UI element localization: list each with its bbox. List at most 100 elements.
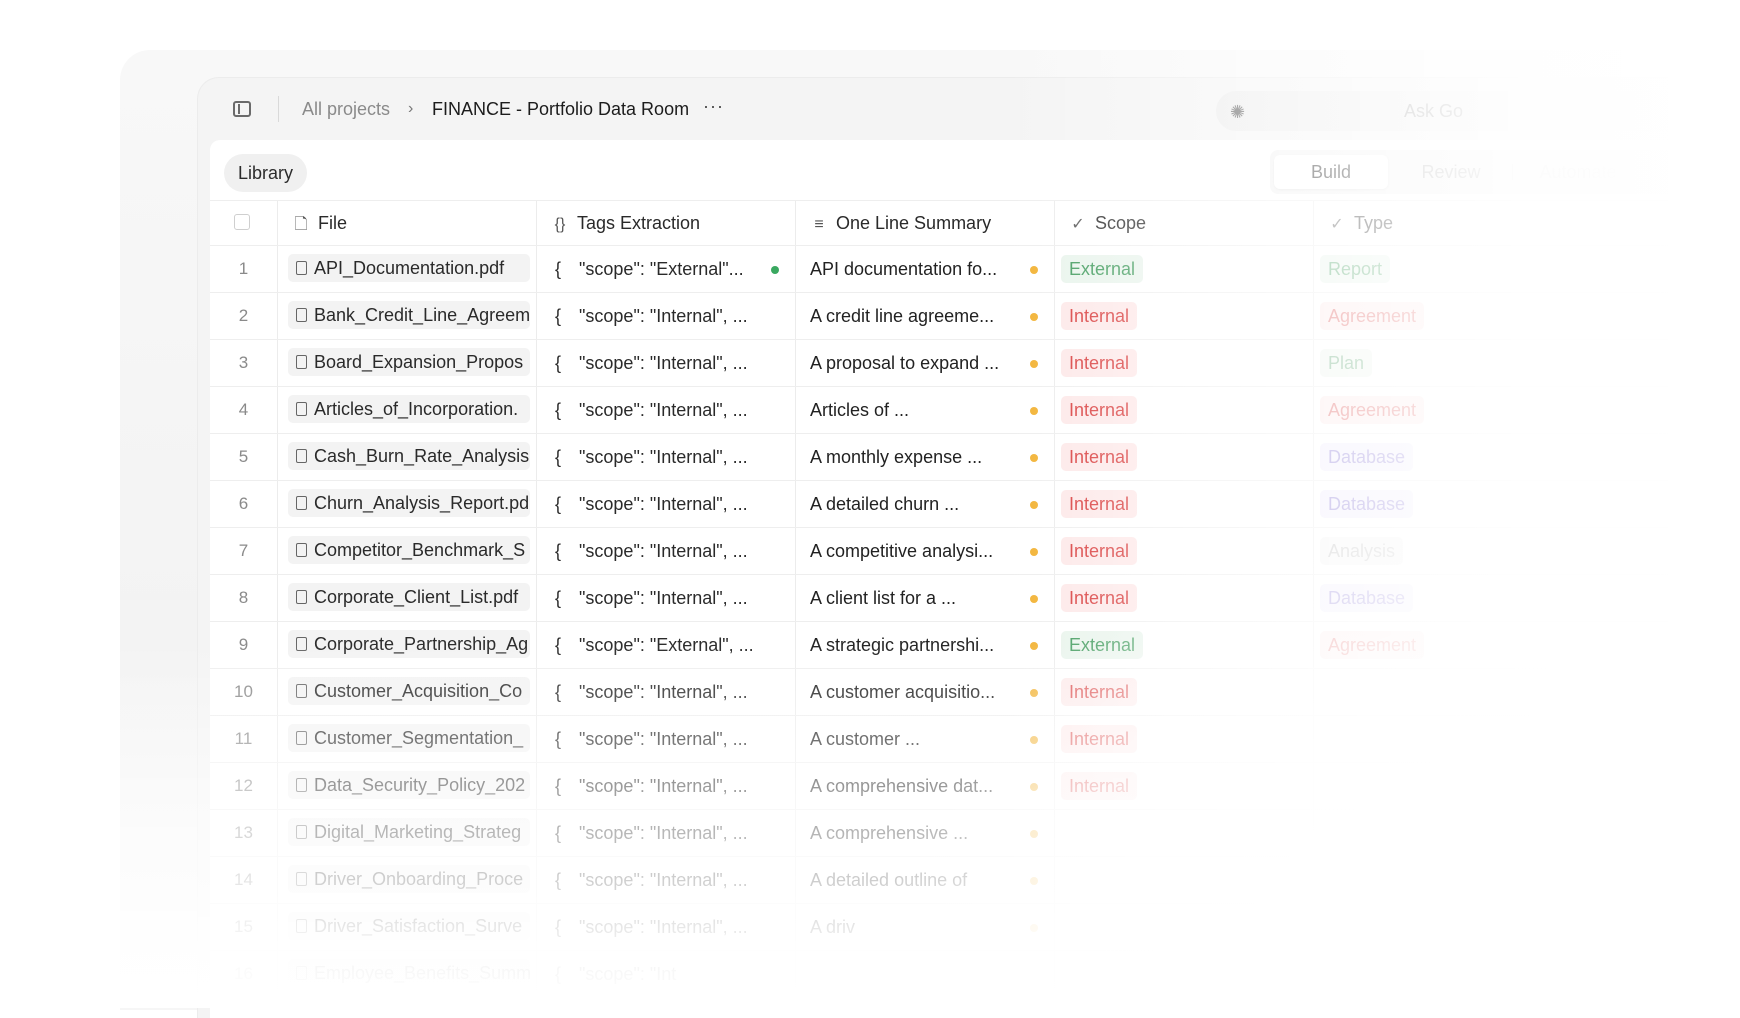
scope-cell[interactable] <box>1055 857 1314 903</box>
type-cell[interactable]: Database <box>1314 481 1668 527</box>
tags-cell[interactable]: {"scope": "Internal", ... <box>537 387 796 433</box>
type-cell[interactable] <box>1314 810 1668 856</box>
table-row[interactable]: 16 Employee_Benefits_Summ {"scope": "Int <box>210 951 1668 998</box>
tags-cell[interactable]: {"scope": "Internal", ... <box>537 575 796 621</box>
scope-cell[interactable]: Internal <box>1055 669 1314 715</box>
file-chip[interactable]: Corporate_Client_List.pdf <box>288 583 530 611</box>
scope-cell[interactable]: Internal <box>1055 293 1314 339</box>
tags-cell[interactable]: {"scope": "Internal", ... <box>537 810 796 856</box>
table-row[interactable]: 14 Driver_Onboarding_Proce {"scope": "Inte… <box>210 857 1668 904</box>
file-cell[interactable]: Digital_Marketing_Strateg <box>278 810 537 856</box>
file-chip[interactable]: Customer_Segmentation_ <box>288 724 530 752</box>
tags-cell[interactable]: {"scope": "Internal", ... <box>537 763 796 809</box>
ask-go-input[interactable]: ✺ Ask Go <box>1216 91 1668 131</box>
file-chip[interactable]: API_Documentation.pdf <box>288 254 530 282</box>
summary-cell[interactable]: A customer acquisitio... <box>796 669 1055 715</box>
file-chip[interactable]: Bank_Credit_Line_Agreem <box>288 301 530 329</box>
scope-cell[interactable] <box>1055 810 1314 856</box>
file-chip[interactable]: Competitor_Benchmark_S <box>288 536 530 564</box>
scope-cell[interactable]: Internal <box>1055 387 1314 433</box>
file-chip[interactable]: Data_Security_Policy_202 <box>288 771 530 799</box>
tags-cell[interactable]: {"scope": "Internal", ... <box>537 293 796 339</box>
table-row[interactable]: 6 Churn_Analysis_Report.pd {"scope": "Inte… <box>210 481 1668 528</box>
file-cell[interactable]: Cash_Burn_Rate_Analysis <box>278 434 537 480</box>
type-cell[interactable]: Agreement <box>1314 293 1668 339</box>
type-cell[interactable]: Report <box>1314 246 1668 292</box>
file-cell[interactable]: Employee_Benefits_Summ <box>278 951 537 997</box>
type-cell[interactable] <box>1314 857 1668 903</box>
file-cell[interactable]: Articles_of_Incorporation. <box>278 387 537 433</box>
type-cell[interactable] <box>1314 904 1668 950</box>
file-chip[interactable]: Digital_Marketing_Strateg <box>288 818 530 846</box>
summary-cell[interactable]: A comprehensive ... <box>796 810 1055 856</box>
file-cell[interactable]: Customer_Acquisition_Co <box>278 669 537 715</box>
table-row[interactable]: 9 Corporate_Partnership_Ag {"scope": "Exte… <box>210 622 1668 669</box>
summary-cell[interactable]: A competitive analysi... <box>796 528 1055 574</box>
type-cell[interactable]: Database <box>1314 434 1668 480</box>
type-cell[interactable]: Plan <box>1314 340 1668 386</box>
scope-cell[interactable] <box>1055 951 1314 997</box>
summary-cell[interactable]: A credit line agreeme... <box>796 293 1055 339</box>
summary-cell[interactable] <box>796 951 1055 997</box>
column-header-type[interactable]: ✓ Type <box>1314 201 1668 245</box>
table-row[interactable]: 3 Board_Expansion_Propos {"scope": "Intern… <box>210 340 1668 387</box>
tags-cell[interactable]: {"scope": "External"... <box>537 246 796 292</box>
table-row[interactable]: 10 Customer_Acquisition_Co {"scope": "Inte… <box>210 669 1668 716</box>
type-cell[interactable]: Agreement <box>1314 622 1668 668</box>
summary-cell[interactable]: Articles of ... <box>796 387 1055 433</box>
tags-cell[interactable]: {"scope": "Internal", ... <box>537 716 796 762</box>
table-row[interactable]: 12 Data_Security_Policy_202 {"scope": "Int… <box>210 763 1668 810</box>
type-cell[interactable] <box>1314 716 1668 762</box>
file-chip[interactable]: Board_Expansion_Propos <box>288 348 530 376</box>
file-cell[interactable]: Corporate_Partnership_Ag <box>278 622 537 668</box>
scope-cell[interactable]: Internal <box>1055 716 1314 762</box>
file-cell[interactable]: Data_Security_Policy_202 <box>278 763 537 809</box>
summary-cell[interactable]: A customer ... <box>796 716 1055 762</box>
summary-cell[interactable]: A detailed outline of <box>796 857 1055 903</box>
summary-cell[interactable]: A strategic partnershi... <box>796 622 1055 668</box>
tags-cell[interactable]: {"scope": "Int <box>537 951 796 997</box>
file-chip[interactable]: Cash_Burn_Rate_Analysis <box>288 442 530 470</box>
scope-cell[interactable]: Internal <box>1055 340 1314 386</box>
type-cell[interactable] <box>1314 951 1668 997</box>
column-header-summary[interactable]: ≡ One Line Summary <box>796 201 1055 245</box>
scope-cell[interactable] <box>1055 904 1314 950</box>
scope-cell[interactable]: Internal <box>1055 575 1314 621</box>
file-chip[interactable]: Employee_Benefits_Summ <box>288 959 530 987</box>
summary-cell[interactable]: A driv <box>796 904 1055 950</box>
more-options-icon[interactable]: ··· <box>703 96 724 116</box>
table-row[interactable]: 7 Competitor_Benchmark_S {"scope": "Intern… <box>210 528 1668 575</box>
tab-automate[interactable]: Automate <box>1518 155 1638 189</box>
summary-cell[interactable]: API documentation fo... <box>796 246 1055 292</box>
select-all-checkbox[interactable] <box>234 214 250 230</box>
breadcrumb-current-project[interactable]: FINANCE - Portfolio Data Room <box>432 99 689 119</box>
table-row[interactable]: 11 Customer_Segmentation_ {"scope": "Inter… <box>210 716 1668 763</box>
file-cell[interactable]: Customer_Segmentation_ <box>278 716 537 762</box>
table-row[interactable]: 5 Cash_Burn_Rate_Analysis {"scope": "Inter… <box>210 434 1668 481</box>
file-chip[interactable]: Driver_Onboarding_Proce <box>288 865 530 893</box>
type-cell[interactable]: Agreement <box>1314 387 1668 433</box>
type-cell[interactable] <box>1314 763 1668 809</box>
type-cell[interactable]: Analysis <box>1314 528 1668 574</box>
library-button[interactable]: Library <box>224 154 308 192</box>
sidebar-toggle-icon[interactable] <box>233 101 251 117</box>
tags-cell[interactable]: {"scope": "Internal", ... <box>537 904 796 950</box>
tags-cell[interactable]: {"scope": "Internal", ... <box>537 528 796 574</box>
column-header-tags[interactable]: {} Tags Extraction <box>537 201 796 245</box>
tags-cell[interactable]: {"scope": "Internal", ... <box>537 857 796 903</box>
file-cell[interactable]: Churn_Analysis_Report.pd <box>278 481 537 527</box>
tags-cell[interactable]: {"scope": "Internal", ... <box>537 481 796 527</box>
summary-cell[interactable]: A detailed churn ... <box>796 481 1055 527</box>
table-row[interactable]: 2 Bank_Credit_Line_Agreem {"scope": "Inter… <box>210 293 1668 340</box>
table-row[interactable]: 15 Driver_Satisfaction_Surve {"scope": "In… <box>210 904 1668 951</box>
table-row[interactable]: 4 Articles_of_Incorporation. {"scope": "In… <box>210 387 1668 434</box>
tags-cell[interactable]: {"scope": "Internal", ... <box>537 340 796 386</box>
column-header-file[interactable]: 🗋 File <box>278 201 537 245</box>
table-row[interactable]: 8 Corporate_Client_List.pdf {"scope": "Int… <box>210 575 1668 622</box>
summary-cell[interactable]: A client list for a ... <box>796 575 1055 621</box>
breadcrumb-all-projects[interactable]: All projects <box>302 99 390 119</box>
file-cell[interactable]: API_Documentation.pdf <box>278 246 537 292</box>
table-row[interactable]: 1 API_Documentation.pdf {"scope": "Externa… <box>210 246 1668 293</box>
file-chip[interactable]: Churn_Analysis_Report.pd <box>288 489 530 517</box>
scope-cell[interactable]: Internal <box>1055 481 1314 527</box>
